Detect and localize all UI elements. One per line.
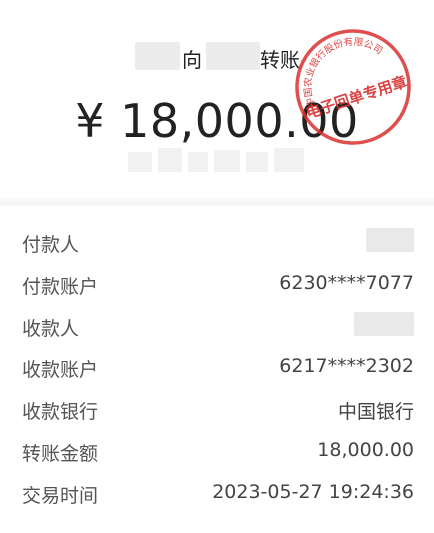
transfer-receipt: 向 转账 ¥ 18,000.00 中国农业银行股份有限公司 电子回单专用章 付款… <box>0 0 434 533</box>
redacted-payer-name <box>366 228 414 252</box>
row-payee-account: 收款账户 6217****2302 <box>0 347 434 389</box>
transfer-amount-label: 转账金额 <box>22 442 99 465</box>
row-payer-account: 付款账户 6230****7077 <box>0 264 434 306</box>
row-transaction-time: 交易时间 2023-05-27 19:24:36 <box>0 473 434 515</box>
transaction-time-label: 交易时间 <box>22 484 99 507</box>
payee-bank-label: 收款银行 <box>22 401 99 424</box>
payee-account-value: 6217****2302 <box>279 355 414 378</box>
watermark-logo <box>128 148 304 172</box>
transfer-amount-value: 18,000.00 <box>317 438 414 461</box>
row-payee-bank: 收款银行 中国银行 <box>0 389 434 431</box>
payer-account-value: 6230****7077 <box>279 271 414 294</box>
payer-account-label: 付款账户 <box>22 275 99 298</box>
payee-account-label: 收款账户 <box>22 359 99 382</box>
row-payee: 收款人 <box>0 306 434 348</box>
payer-label: 付款人 <box>22 234 80 256</box>
redacted-recipient-name <box>206 42 260 70</box>
row-payer: 付款人 <box>0 222 434 264</box>
receipt-title: 向 转账 <box>0 38 434 72</box>
section-divider <box>0 197 434 207</box>
transfer-amount: ¥ 18,000.00 <box>75 94 359 148</box>
title-prefix: 向 <box>182 48 202 72</box>
title-suffix: 转账 <box>260 48 300 72</box>
details-list: 付款人 付款账户 6230****7077 收款人 收款账户 6217****2… <box>0 222 434 515</box>
row-transfer-amount: 转账金额 18,000.00 <box>0 431 434 473</box>
payee-bank-value: 中国银行 <box>337 401 414 424</box>
redacted-sender-name <box>135 42 180 70</box>
payee-label: 收款人 <box>22 317 80 340</box>
transaction-time-value: 2023-05-27 19:24:36 <box>212 480 414 503</box>
redacted-payee-name <box>354 311 414 336</box>
